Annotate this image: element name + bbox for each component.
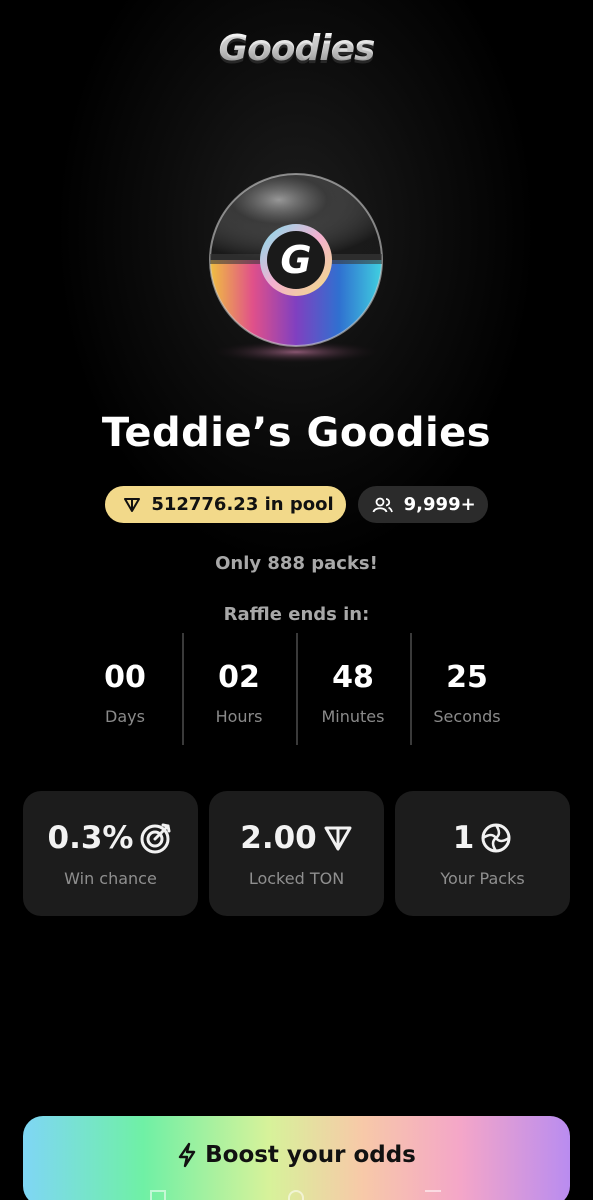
countdown-value: 00 bbox=[104, 660, 146, 695]
target-icon bbox=[140, 823, 171, 854]
countdown-value: 25 bbox=[446, 660, 488, 695]
recent-apps-icon[interactable] bbox=[150, 1190, 166, 1200]
orb-graphic: G bbox=[206, 173, 386, 364]
countdown-unit: Seconds bbox=[433, 707, 501, 726]
back-icon[interactable] bbox=[425, 1190, 441, 1200]
your-packs-value: 1 bbox=[452, 820, 475, 856]
orb-letter: G bbox=[280, 238, 311, 282]
countdown-seconds: 25 Seconds bbox=[410, 633, 524, 745]
boost-odds-label: Boost your odds bbox=[205, 1142, 416, 1168]
pool-amount: 512776.23 in pool bbox=[151, 494, 334, 515]
countdown-timer: 00 Days 02 Hours 48 Minutes 25 Seconds bbox=[68, 633, 525, 745]
raffle-ends-label: Raffle ends in: bbox=[223, 604, 370, 625]
app-screen: Goodies G Teddie’s Goodies 512776.23 in … bbox=[0, 0, 593, 1200]
countdown-unit: Minutes bbox=[321, 707, 385, 726]
win-chance-label: Win chance bbox=[64, 869, 157, 888]
app-logo: Goodies bbox=[0, 28, 593, 69]
win-chance-card[interactable]: 0.3% Win chance bbox=[23, 791, 198, 916]
packs-note: Only 888 packs! bbox=[215, 553, 378, 574]
countdown-minutes: 48 Minutes bbox=[296, 633, 410, 745]
pool-chip[interactable]: 512776.23 in pool bbox=[105, 486, 346, 523]
raffle-orb-image: G bbox=[196, 160, 396, 380]
countdown-value: 48 bbox=[332, 660, 374, 695]
win-chance-value: 0.3% bbox=[47, 820, 134, 856]
countdown-unit: Days bbox=[105, 707, 145, 726]
countdown-days: 00 Days bbox=[68, 633, 182, 745]
pack-icon bbox=[481, 823, 511, 853]
locked-ton-label: Locked TON bbox=[248, 869, 345, 888]
participants-chip[interactable]: 9,999+ bbox=[357, 486, 488, 523]
countdown-hours: 02 Hours bbox=[182, 633, 296, 745]
locked-ton-value: 2.00 bbox=[240, 820, 317, 856]
stats-row: 0.3% Win chance 2.00 Locked TON 1 Your P… bbox=[23, 791, 570, 916]
countdown-value: 02 bbox=[218, 660, 260, 695]
home-icon[interactable] bbox=[288, 1190, 304, 1200]
system-nav-bar bbox=[0, 1186, 593, 1200]
ton-icon bbox=[124, 497, 141, 512]
countdown-unit: Hours bbox=[215, 707, 263, 726]
your-packs-label: Your Packs bbox=[440, 869, 525, 888]
ton-icon bbox=[324, 826, 352, 851]
users-icon bbox=[372, 497, 393, 512]
raffle-title: Teddie’s Goodies bbox=[101, 410, 492, 456]
pool-chips: 512776.23 in pool 9,999+ bbox=[0, 486, 593, 523]
your-packs-card[interactable]: 1 Your Packs bbox=[395, 791, 570, 916]
participants-count: 9,999+ bbox=[403, 494, 476, 515]
locked-ton-card[interactable]: 2.00 Locked TON bbox=[209, 791, 384, 916]
lightning-icon bbox=[178, 1142, 196, 1168]
